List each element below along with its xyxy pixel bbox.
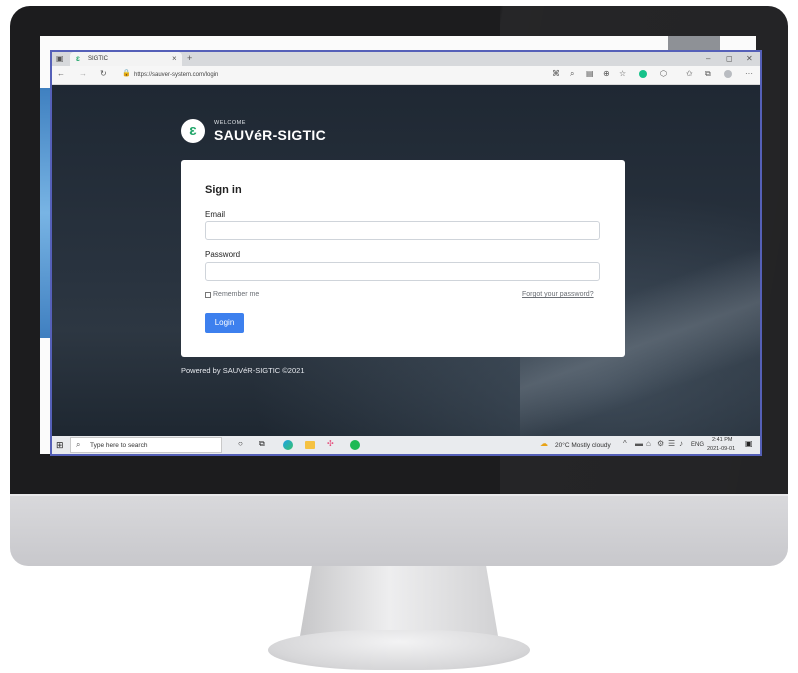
screen-window-frame bbox=[50, 50, 762, 456]
monitor-stand-neck bbox=[300, 566, 498, 636]
desktop-top-dark-patch bbox=[668, 36, 720, 50]
monitor-stand-base bbox=[268, 630, 530, 670]
monitor-chin bbox=[10, 494, 788, 566]
desktop-top-strip bbox=[40, 36, 756, 50]
chin-highlight bbox=[10, 494, 788, 496]
